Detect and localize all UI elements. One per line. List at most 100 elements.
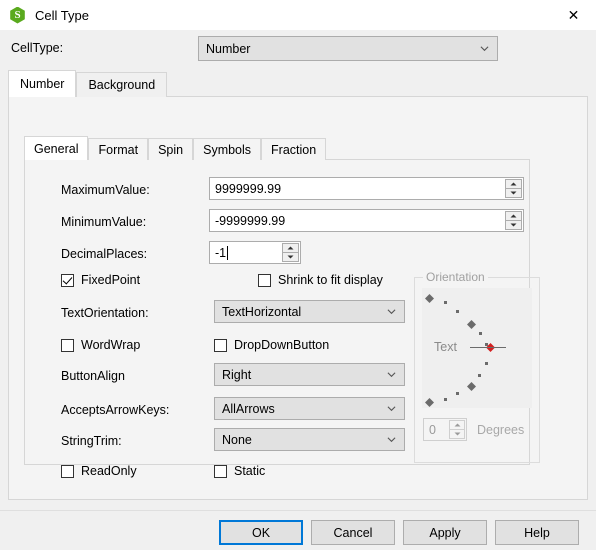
string-trim-value: None bbox=[222, 432, 252, 447]
orientation-group: Orientation Text 0 Degrees bbox=[414, 270, 540, 463]
maximum-value-input[interactable]: 9999999.99 bbox=[209, 177, 524, 200]
chevron-down-icon bbox=[387, 404, 396, 413]
dial-marker-255[interactable] bbox=[467, 382, 476, 391]
dialog-body: CellType: Number Number Background Gener… bbox=[0, 30, 596, 510]
shrink-to-fit-label: Shrink to fit display bbox=[278, 273, 383, 287]
maximum-value-stepper[interactable] bbox=[505, 179, 522, 198]
chevron-down-icon bbox=[387, 307, 396, 316]
dial-dot bbox=[444, 301, 447, 304]
accepts-arrow-keys-label: AcceptsArrowKeys: bbox=[61, 403, 170, 417]
decimal-places-text: -1 bbox=[215, 245, 227, 260]
checkbox-icon bbox=[214, 338, 227, 352]
degrees-stepper[interactable] bbox=[449, 420, 465, 439]
celltype-label: CellType: bbox=[11, 41, 64, 55]
text-orientation-value: TextHorizontal bbox=[222, 304, 302, 319]
minimum-value-stepper[interactable] bbox=[505, 211, 522, 230]
close-icon: ✕ bbox=[567, 7, 580, 23]
dial-dot bbox=[444, 398, 447, 401]
tab-fraction[interactable]: Fraction bbox=[261, 138, 327, 160]
dial-dot bbox=[485, 362, 488, 365]
button-align-select[interactable]: Right bbox=[214, 363, 405, 386]
checkbox-icon bbox=[258, 273, 271, 287]
checkbox-icon bbox=[214, 464, 227, 478]
tab-spin[interactable]: Spin bbox=[148, 138, 194, 160]
degrees-stepper-down[interactable] bbox=[449, 429, 465, 439]
static-label: Static bbox=[234, 464, 266, 478]
close-button[interactable]: ✕ bbox=[551, 0, 596, 30]
orientation-dial[interactable]: Text bbox=[422, 288, 532, 408]
fixed-point-checkbox[interactable]: FixedPoint bbox=[61, 273, 140, 287]
ok-button[interactable]: OK bbox=[219, 520, 303, 545]
help-button[interactable]: Help bbox=[495, 520, 579, 545]
title-bar: Cell Type ✕ bbox=[0, 0, 596, 30]
button-align-value: Right bbox=[222, 367, 252, 382]
dial-pointer-line bbox=[470, 347, 506, 348]
tab-format[interactable]: Format bbox=[88, 138, 149, 160]
word-wrap-checkbox[interactable]: WordWrap bbox=[61, 338, 140, 352]
read-only-checkbox[interactable]: ReadOnly bbox=[61, 464, 137, 478]
text-orientation-label: TextOrientation: bbox=[61, 306, 149, 320]
spreadsheet-logo-icon bbox=[9, 6, 26, 24]
dialog-button-bar: OK Cancel Apply Help bbox=[0, 510, 596, 550]
minimum-value-text: -9999999.99 bbox=[215, 213, 286, 228]
decimal-places-stepper-down[interactable] bbox=[282, 252, 299, 262]
degrees-value: 0 bbox=[429, 422, 436, 437]
decimal-places-stepper[interactable] bbox=[282, 243, 299, 262]
minimum-value-stepper-down[interactable] bbox=[505, 220, 522, 230]
chevron-down-icon bbox=[480, 44, 489, 53]
accepts-arrow-keys-value: AllArrows bbox=[222, 401, 275, 416]
static-checkbox[interactable]: Static bbox=[214, 464, 265, 478]
checkbox-icon bbox=[61, 338, 74, 352]
decimal-places-stepper-up[interactable] bbox=[282, 243, 299, 253]
tab-background[interactable]: Background bbox=[76, 72, 168, 97]
maximum-value-stepper-down[interactable] bbox=[505, 188, 522, 198]
tab-general[interactable]: General bbox=[24, 136, 89, 160]
maximum-value-text: 9999999.99 bbox=[215, 181, 282, 196]
tab-number[interactable]: Number bbox=[8, 70, 77, 97]
checkbox-icon bbox=[61, 273, 74, 287]
celltype-value: Number bbox=[206, 41, 251, 56]
decimal-places-label: DecimalPlaces: bbox=[61, 247, 148, 261]
apply-button[interactable]: Apply bbox=[403, 520, 487, 545]
read-only-label: ReadOnly bbox=[81, 464, 137, 478]
outer-tab-strip: Number Background bbox=[8, 70, 168, 97]
dial-marker-225[interactable] bbox=[425, 398, 434, 407]
drop-down-button-checkbox[interactable]: DropDownButton bbox=[214, 338, 329, 352]
string-trim-label: StringTrim: bbox=[61, 434, 122, 448]
accepts-arrow-keys-select[interactable]: AllArrows bbox=[214, 397, 405, 420]
shrink-to-fit-checkbox[interactable]: Shrink to fit display bbox=[258, 273, 383, 287]
string-trim-select[interactable]: None bbox=[214, 428, 405, 451]
number-tab-panel: General Format Spin Symbols Fraction Max… bbox=[8, 96, 588, 500]
celltype-select[interactable]: Number bbox=[198, 36, 498, 61]
cancel-button[interactable]: Cancel bbox=[311, 520, 395, 545]
dial-marker-105[interactable] bbox=[467, 320, 476, 329]
chevron-down-icon bbox=[387, 435, 396, 444]
degrees-stepper-up[interactable] bbox=[449, 420, 465, 430]
text-caret bbox=[227, 245, 229, 260]
dial-text-preview: Text bbox=[434, 340, 457, 354]
degrees-label: Degrees bbox=[477, 423, 525, 437]
dial-marker-135[interactable] bbox=[425, 294, 434, 303]
celltype-row: CellType: Number bbox=[0, 35, 596, 65]
dial-dot bbox=[456, 392, 459, 395]
degrees-input[interactable]: 0 bbox=[423, 418, 467, 441]
minimum-value-label: MinimumValue: bbox=[61, 215, 147, 229]
inner-tab-strip: General Format Spin Symbols Fraction bbox=[24, 136, 327, 160]
tab-symbols[interactable]: Symbols bbox=[193, 138, 262, 160]
orientation-legend: Orientation bbox=[423, 270, 488, 284]
minimum-value-stepper-up[interactable] bbox=[505, 211, 522, 221]
checkbox-icon bbox=[61, 464, 74, 478]
general-tab-panel: MaximumValue: 9999999.99 MinimumValue: -… bbox=[24, 159, 540, 478]
minimum-value-input[interactable]: -9999999.99 bbox=[209, 209, 524, 232]
word-wrap-label: WordWrap bbox=[81, 338, 141, 352]
dial-dot bbox=[478, 374, 481, 377]
decimal-places-input[interactable]: -1 bbox=[209, 241, 301, 264]
fixed-point-label: FixedPoint bbox=[81, 273, 141, 287]
button-align-label: ButtonAlign bbox=[61, 369, 125, 383]
dial-dot bbox=[456, 310, 459, 313]
maximum-value-label: MaximumValue: bbox=[61, 183, 150, 197]
dial-dot bbox=[479, 332, 482, 335]
maximum-value-stepper-up[interactable] bbox=[505, 179, 522, 189]
text-orientation-select[interactable]: TextHorizontal bbox=[214, 300, 405, 323]
window-title: Cell Type bbox=[35, 7, 89, 23]
